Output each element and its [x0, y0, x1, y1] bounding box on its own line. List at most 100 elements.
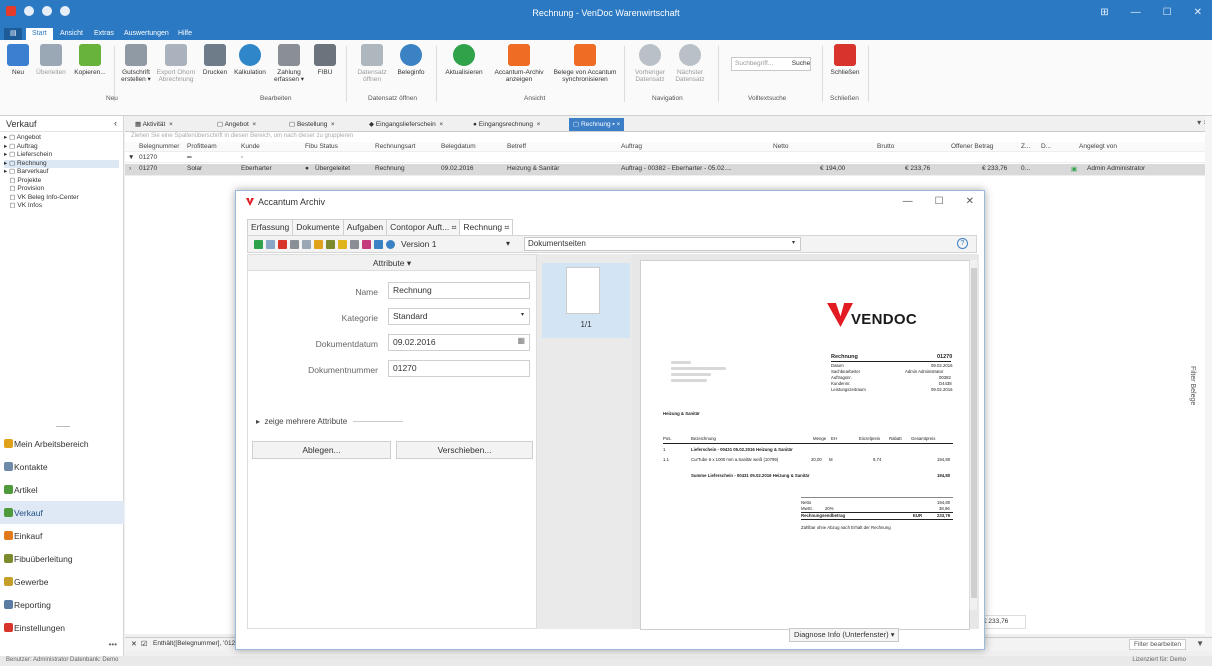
splitter-grip[interactable]	[56, 426, 70, 427]
module-arbeitsbereich[interactable]: Mein Arbeitsbereich	[0, 432, 124, 455]
tab-aufgaben[interactable]: Aufgaben	[342, 219, 388, 235]
file-button[interactable]: Ablegen...	[252, 441, 391, 459]
kategorie-select[interactable]: Standard ▾	[388, 308, 530, 325]
col-auftrag[interactable]: Auftrag	[621, 143, 642, 150]
col-betreff[interactable]: Betreff	[507, 143, 526, 150]
mail-icon[interactable]	[362, 239, 371, 249]
calendar-icon[interactable]: ▦	[517, 336, 525, 345]
close-button[interactable]: ✕	[1194, 7, 1202, 18]
col-belegnummer[interactable]: Belegnummer	[139, 143, 179, 150]
col-brutto[interactable]: Brutto	[877, 143, 894, 150]
fibu-button[interactable]: FIBU	[310, 44, 340, 76]
tree-item-rechnung[interactable]: ▸ ▢ Rechnung	[4, 159, 119, 168]
tree-item-auftrag[interactable]: ▸ ▢ Auftrag	[4, 143, 119, 152]
edit-filter-button[interactable]: Filter bearbeiten	[1129, 639, 1186, 650]
help-icon[interactable]: ?	[957, 238, 968, 249]
module-fibu[interactable]: Fibuüberleitung	[0, 547, 124, 570]
credit-note-button[interactable]: Gutschrift erstellen ▾	[118, 44, 154, 83]
document-viewer[interactable]: VENDOC Rechnung 01270 Datum 09.02.2016 Sa…	[632, 254, 979, 630]
col-z[interactable]: Z...	[1021, 143, 1030, 150]
doctab-bestellung[interactable]: ▢ Bestellung ×	[285, 118, 339, 131]
funnel-icon[interactable]: ▼	[1196, 639, 1204, 648]
stack-icon[interactable]	[374, 239, 383, 249]
tree-item-projekte[interactable]: ▢ Projekte	[4, 177, 119, 186]
more-modules-button[interactable]: •••	[109, 640, 117, 649]
tab-start[interactable]: Start	[26, 28, 53, 40]
copy-button[interactable]: Kopieren...	[70, 44, 110, 76]
table-icon[interactable]	[266, 239, 275, 249]
module-einkauf[interactable]: Einkauf	[0, 524, 124, 547]
more-attributes-toggle[interactable]: ▸ zeige mehrere Attribute	[256, 417, 404, 426]
export-ohorn-button[interactable]: Export Ohorn Abrechnung	[156, 44, 196, 83]
diagnose-info-button[interactable]: Diagnose Info (Unterfenster) ▾	[789, 628, 900, 642]
scrollbar-thumb[interactable]	[971, 268, 977, 598]
dialog-minimize-button[interactable]: —	[903, 196, 913, 207]
tree-item-angebot[interactable]: ▸ ▢ Angebot	[4, 134, 119, 143]
tab-hilfe[interactable]: Hilfe	[172, 28, 198, 40]
folder-icon[interactable]	[338, 239, 347, 249]
edit-icon[interactable]	[314, 239, 323, 249]
filter-belege-label[interactable]: Filter Belege	[1189, 366, 1196, 405]
version-dropdown-icon[interactable]: ▾	[506, 239, 510, 248]
tree-item-vk-infos[interactable]: ▢ VK Infos	[4, 202, 119, 211]
module-reporting[interactable]: Reporting	[0, 593, 124, 616]
module-artikel[interactable]: Artikel	[0, 478, 124, 501]
next-record-button[interactable]: Nächster Datensatz	[670, 44, 710, 83]
refresh-icon[interactable]	[254, 239, 263, 249]
previous-record-button[interactable]: Vorheriger Datensatz	[630, 44, 670, 83]
doctab-aktivitaet[interactable]: ▦ Aktivität ×	[131, 118, 177, 131]
collapse-nav-icon[interactable]: ‹	[114, 118, 117, 128]
doctab-angebot[interactable]: ▢ Angebot ×	[213, 118, 260, 131]
tree-item-barverkauf[interactable]: ▸ ▢ Barverkauf	[4, 168, 119, 177]
col-netto[interactable]: Netto	[773, 143, 789, 150]
document-pages-select[interactable]: Dokumentseiten ▾	[524, 237, 801, 251]
doctab-eingangslieferschein[interactable]: ◆ Eingangslieferschein ×	[365, 118, 447, 131]
doctab-eingangsrechnung[interactable]: ● Eingangsrechnung ×	[469, 118, 544, 131]
dokumentdatum-field[interactable]: 09.02.2016 ▦	[388, 334, 530, 351]
col-art[interactable]: Rechnungsart	[375, 143, 415, 150]
tab-contopor[interactable]: Contopor Auft... ⌗	[386, 219, 461, 235]
dokumentnummer-field[interactable]: 01270	[388, 360, 530, 377]
tree-item-provision[interactable]: ▢ Provision	[4, 185, 119, 194]
doctab-rechnung[interactable]: ▢ Rechnung ▪ ×	[569, 118, 625, 131]
page-thumbnail[interactable]: 1/1	[542, 263, 630, 338]
col-fibu[interactable]: Fibu Status	[305, 143, 338, 150]
move-button[interactable]: Verschieben...	[396, 441, 533, 459]
new-button[interactable]: Neu	[4, 44, 32, 76]
tab-dokumente[interactable]: Dokumente	[292, 219, 344, 235]
clear-filter-icon[interactable]: ✕	[131, 640, 137, 648]
print-button[interactable]: Drucken	[200, 44, 230, 76]
filter-belegnummer[interactable]: 01270	[139, 154, 157, 161]
refresh-button[interactable]: Aktualisieren	[444, 44, 484, 76]
search-button[interactable]: Suche	[790, 57, 812, 71]
tab-rechnung[interactable]: Rechnung ⌗	[459, 219, 514, 235]
attributes-header[interactable]: Attribute ▾	[248, 255, 536, 271]
payment-button[interactable]: Zahlung erfassen ▾	[270, 44, 308, 83]
col-kunde[interactable]: Kunde	[241, 143, 260, 150]
tree-item-beleg-info-center[interactable]: ▢ VK Beleg Info-Center	[4, 194, 119, 203]
accantum-sync-button[interactable]: Belege von Accantum synchronisieren	[552, 44, 618, 83]
beleginfo-button[interactable]: Beleginfo	[394, 44, 428, 76]
version-select[interactable]: Version 1	[401, 239, 436, 249]
calculation-button[interactable]: Kalkulation	[232, 44, 268, 76]
tab-auswertungen[interactable]: Auswertungen	[118, 28, 175, 40]
name-field[interactable]: Rechnung	[388, 282, 530, 299]
module-verkauf[interactable]: Verkauf	[0, 501, 124, 524]
settings-icon[interactable]	[386, 239, 395, 249]
module-gewerbe[interactable]: Gewerbe	[0, 570, 124, 593]
module-einstellungen[interactable]: Einstellungen	[0, 616, 124, 639]
table-row[interactable]: › 01270 Solar Eberharter ● Übergeleitet …	[125, 164, 1205, 176]
filter-icon[interactable]: ▼	[128, 154, 134, 161]
open-record-button[interactable]: Datensatz öffnen	[354, 44, 390, 83]
tab-extras[interactable]: Extras	[88, 28, 120, 40]
filter-panel-collapsed[interactable]	[1205, 116, 1212, 636]
accantum-archive-button[interactable]: Accantum-Archiv anzeigen	[494, 44, 544, 83]
col-datum[interactable]: Belegdatum	[441, 143, 476, 150]
page-icon[interactable]	[302, 239, 311, 249]
col-offen[interactable]: Offener Betrag	[951, 143, 994, 150]
link-icon[interactable]	[350, 239, 359, 249]
dialog-close-button[interactable]: ✕	[966, 196, 974, 207]
col-profitteam[interactable]: Profitteam	[187, 143, 217, 150]
tab-ansicht[interactable]: Ansicht	[54, 28, 89, 40]
transfer-button[interactable]: Überleiten	[34, 44, 68, 76]
